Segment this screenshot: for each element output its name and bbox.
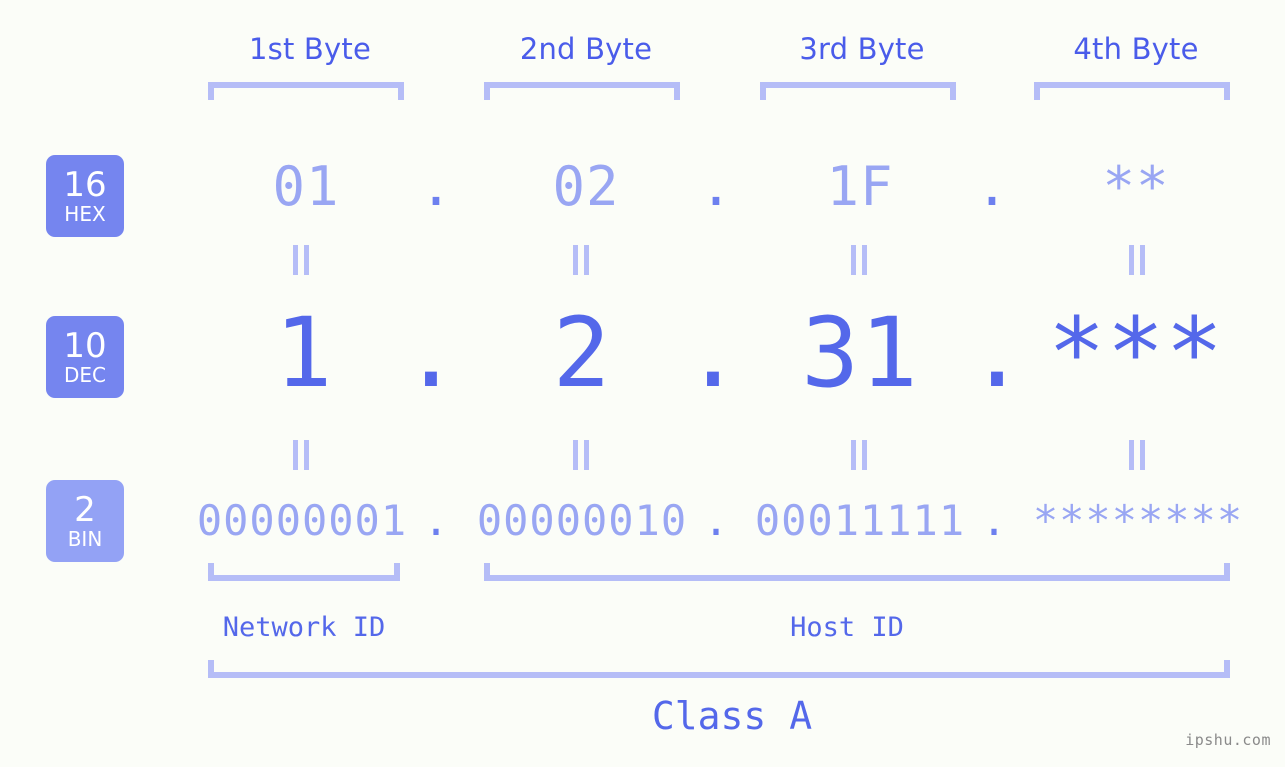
bin-value-byte-3: 00011111 [754,496,966,545]
equals-mark-hex-dec-4 [1124,245,1150,275]
bin-value-byte-4: ******** [1032,496,1244,545]
bin-value-byte-2: 00000010 [476,496,688,545]
network-id-bracket [208,563,400,581]
hex-row: 01 . 02 . 1F . ** [0,160,1285,220]
bin-separator-3: . [981,496,1007,545]
byte-bracket-top-3 [760,82,956,100]
hex-value-byte-3: 1F [826,155,894,218]
dec-separator-2: . [684,297,742,409]
dec-separator-3: . [968,297,1026,409]
bin-separator-1: . [423,496,449,545]
byte-header-label-2: 2nd Byte [519,32,653,66]
dec-separator-1: . [402,297,460,409]
byte-bracket-top-2 [484,82,680,100]
dec-value-byte-2: 2 [552,297,612,409]
equals-mark-hex-dec-1 [288,245,314,275]
equals-mark-dec-bin-1 [288,440,314,470]
equals-mark-hex-dec-3 [846,245,872,275]
byte-header-label-1: 1st Byte [248,32,372,66]
host-id-label: Host ID [790,612,904,643]
hex-separator-1: . [419,155,453,218]
host-id-bracket [484,563,1230,581]
equals-mark-dec-bin-3 [846,440,872,470]
network-id-label: Network ID [222,612,386,643]
bin-separator-2: . [703,496,729,545]
dec-value-byte-3: 31 [801,297,919,409]
class-label: Class A [651,694,813,738]
hex-separator-3: . [975,155,1009,218]
watermark: ipshu.com [1185,731,1271,749]
ip-address-breakdown-diagram: 1st Byte 2nd Byte 3rd Byte 4th Byte 16 H… [0,0,1285,767]
dec-value-byte-4: *** [1047,297,1225,409]
byte-bracket-top-1 [208,82,404,100]
byte-bracket-top-4 [1034,82,1230,100]
class-bracket [208,660,1230,678]
bin-value-byte-1: 00000001 [196,496,408,545]
equals-mark-hex-dec-2 [568,245,594,275]
bin-row: 00000001 . 00000010 . 00011111 . *******… [0,500,1285,550]
equals-mark-dec-bin-2 [568,440,594,470]
equals-mark-dec-bin-4 [1124,440,1150,470]
dec-row: 1 . 2 . 31 . *** [0,305,1285,415]
dec-value-byte-1: 1 [274,297,334,409]
hex-separator-2: . [699,155,733,218]
byte-header-label-4: 4th Byte [1073,32,1199,66]
hex-value-byte-4: ** [1102,155,1170,218]
hex-value-byte-1: 01 [272,155,340,218]
byte-header-label-3: 3rd Byte [799,32,925,66]
hex-value-byte-2: 02 [552,155,620,218]
